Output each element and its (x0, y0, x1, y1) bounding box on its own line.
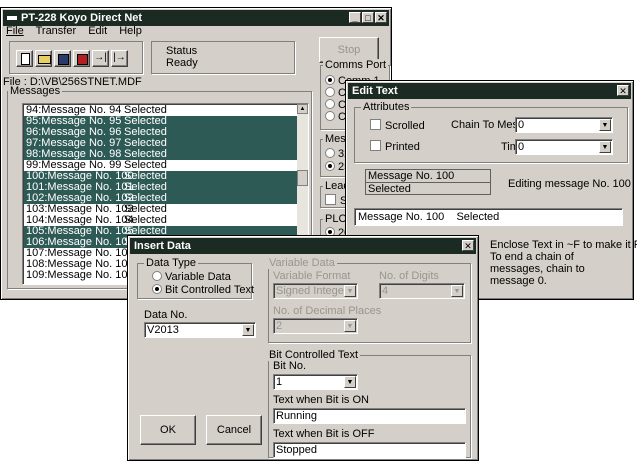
scrolled-label: Scrolled (385, 120, 425, 132)
insert-data-title: Insert Data (134, 240, 191, 252)
variable-format-label: Variable Format (273, 270, 351, 282)
text-off-label: Text when Bit is OFF (273, 428, 375, 440)
upload-button[interactable]: |→ (111, 50, 128, 67)
variable-format-value: Signed Integer (276, 285, 348, 297)
data-type-label: Data Type (144, 257, 198, 269)
num-digits-value: 4 (382, 285, 389, 297)
menu-edit[interactable]: Edit (88, 25, 107, 37)
comms-port-label: Comms Port (323, 59, 389, 71)
edit-text-title: Edit Text (352, 85, 398, 97)
new-file-icon (21, 53, 30, 65)
open-folder-icon (38, 55, 51, 64)
chevron-down-icon[interactable]: ▼ (242, 324, 254, 336)
variable-data-radio[interactable]: Variable Data (152, 271, 231, 283)
insert-data-close-button[interactable]: ✕ (462, 240, 474, 251)
chevron-down-icon[interactable]: ▼ (344, 376, 356, 388)
data-no-label: Data No. (144, 309, 188, 321)
ok-button[interactable]: OK (140, 415, 196, 445)
editing-label: Editing message No. 100 (508, 178, 631, 190)
bit-no-select[interactable]: 1 ▼ (273, 374, 358, 390)
red-disk-icon (77, 54, 88, 65)
bit-no-value: 1 (276, 376, 283, 388)
text-on-label: Text when Bit is ON (273, 394, 369, 406)
data-no-select[interactable]: V2013 ▼ (144, 322, 256, 338)
menu-bar: File Transfer Edit Help (6, 25, 151, 37)
printed-checkbox[interactable]: Printed (370, 140, 420, 153)
minimize-button[interactable]: _ (349, 12, 361, 23)
text-off-input[interactable]: Stopped (273, 442, 466, 458)
decimal-places-value: 2 (276, 320, 283, 332)
bit-controlled-frame: Bit Controlled Text Bit No. 1 ▼ Text whe… (267, 349, 471, 458)
variable-data-radio-label: Variable Data (165, 271, 231, 283)
message-text-value: Message No. 100 Selected (358, 211, 500, 223)
variable-format-select[interactable]: Signed Integer ▼ (273, 283, 358, 299)
comm-radio-4[interactable]: C (325, 111, 346, 123)
attributes-label: Attributes (361, 101, 412, 113)
vd-group-label: Variable Data (267, 257, 337, 269)
printed-label: Printed (385, 141, 420, 153)
flash-hint: Enclose Text in ~F to make it Flash (490, 239, 637, 251)
preview-line1: Message No. 100 (368, 170, 455, 182)
chain-hint: To end a chain of messages, chain to mes… (490, 251, 585, 287)
scroll-up-button[interactable]: ▲ (297, 104, 308, 114)
chain-value: 0 (518, 119, 525, 131)
close-button[interactable]: ✕ (375, 12, 387, 23)
message-text-input[interactable]: Message No. 100 Selected (354, 208, 623, 226)
menu-transfer[interactable]: Transfer (36, 25, 77, 37)
messages-label: Messages (8, 85, 63, 97)
cancel-button[interactable]: Cancel (206, 415, 262, 445)
decimal-places-select[interactable]: 2 ▼ (273, 318, 358, 334)
save-file-button[interactable] (54, 50, 71, 67)
chevron-down-icon[interactable]: ▼ (344, 285, 356, 297)
status-frame: Status Ready (151, 41, 295, 74)
data-type-frame: Data Type Variable Data Bit Controlled T… (137, 257, 254, 299)
list-item-name: 109:Message No. 109 (26, 269, 134, 281)
bit-controlled-radio-label: Bit Controlled Text (165, 284, 255, 296)
comm-radio-2[interactable]: C (325, 87, 346, 99)
text-on-input[interactable]: Running (273, 408, 466, 424)
scroll-thumb[interactable] (297, 170, 308, 186)
chain-select[interactable]: 0 ▼ (515, 117, 613, 133)
attributes-frame: Attributes Scrolled Printed Chain To Mes… (354, 101, 628, 163)
num-digits-select[interactable]: 4 ▼ (379, 283, 465, 299)
edit-text-titlebar[interactable]: Edit Text ✕ (348, 83, 631, 99)
timeout-value: 0 (518, 141, 525, 153)
edit-text-close-button[interactable]: ✕ (617, 85, 629, 96)
save-disk-icon (58, 54, 69, 65)
timeout-select[interactable]: 0 ▼ (515, 139, 613, 155)
data-no-value: V2013 (147, 324, 179, 336)
insert-data-window: Insert Data ✕ Data Type Variable Data Bi… (127, 235, 479, 461)
chevron-down-icon[interactable]: ▼ (451, 285, 463, 297)
text-off-value: Stopped (276, 444, 317, 456)
arrow-into-bar-icon: →| (94, 52, 107, 63)
new-file-button[interactable] (16, 50, 33, 67)
insert-data-titlebar[interactable]: Insert Data ✕ (130, 238, 476, 254)
app-icon (7, 16, 17, 21)
scrolled-checkbox[interactable]: Scrolled (370, 119, 425, 132)
toolbar-frame: →| |→ (9, 41, 143, 74)
decimal-places-label: No. of Decimal Places (273, 305, 382, 317)
download-button[interactable]: →| (92, 50, 109, 67)
bit-controlled-radio[interactable]: Bit Controlled Text (152, 284, 254, 296)
open-file-button[interactable] (35, 50, 52, 67)
bit-no-label: Bit No. (273, 360, 307, 372)
chevron-down-icon[interactable]: ▼ (599, 141, 611, 153)
menu-file[interactable]: File (6, 25, 24, 37)
chevron-down-icon[interactable]: ▼ (599, 119, 611, 131)
status-value: Ready (166, 57, 198, 69)
comm-radio-3[interactable]: C (325, 99, 346, 111)
status-label: Status (166, 45, 198, 57)
message-preview: Message No. 100 Selected (365, 169, 491, 195)
arrow-out-bar-icon: |→ (113, 52, 126, 63)
variable-data-frame: Variable Data Variable Format Signed Int… (267, 257, 471, 343)
main-title: PT-228 Koyo Direct Net (21, 12, 143, 24)
text-on-value: Running (276, 410, 317, 422)
maximize-button[interactable]: □ (362, 12, 374, 23)
preview-line2: Selected (368, 183, 411, 195)
num-digits-label: No. of Digits (379, 270, 439, 282)
print-button[interactable] (73, 50, 90, 67)
main-titlebar[interactable]: PT-228 Koyo Direct Net _ □ ✕ (3, 10, 389, 26)
chevron-down-icon[interactable]: ▼ (344, 320, 356, 332)
menu-help[interactable]: Help (119, 25, 142, 37)
